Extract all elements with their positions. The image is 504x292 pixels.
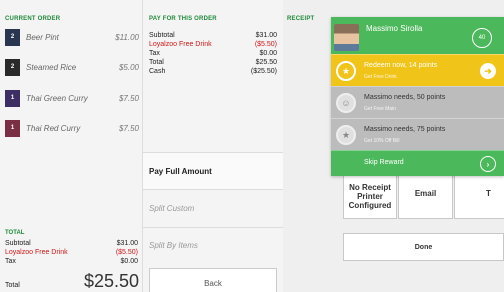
grand-total-value: $25.50	[83, 271, 139, 291]
pay-total-row: Total $25.50	[149, 59, 277, 66]
pay-discount-label: Loyalzoo Free Drink	[149, 41, 212, 48]
split-custom-button[interactable]: Split Custom	[143, 189, 283, 227]
pos-payment-screen: CURRENT ORDER 2 Beer Pint $11.00 2 Steam…	[0, 0, 504, 292]
reward-icon: ★	[336, 61, 356, 81]
pay-total-value: $25.50	[255, 59, 277, 66]
points-badge: 40	[472, 28, 492, 48]
order-item[interactable]: 1 Thai Green Curry $7.50	[5, 87, 139, 109]
item-price: $5.00	[118, 62, 139, 72]
loyalty-rewards-popup: Massimo Sirolla 40 ★ Redeem now, 14 poin…	[331, 17, 504, 176]
pay-cash-label: Cash	[149, 68, 166, 75]
grand-total-label: Total	[5, 282, 20, 289]
reward-title: Massimo needs, 75 points	[364, 126, 446, 133]
item-quantity: 1	[5, 119, 20, 137]
skip-reward-button[interactable]: Skip Reward ›	[331, 150, 504, 176]
item-name: Steamed Rice	[26, 62, 77, 72]
loyalty-customer-header: Massimo Sirolla 40	[331, 17, 504, 54]
subtotal-value: $31.00	[116, 240, 138, 247]
reward-row-locked: ★ Massimo needs, 75 points Get 10% Off B…	[331, 118, 504, 150]
pay-tax-value: $0.00	[259, 50, 277, 57]
pay-panel: PAY FOR THIS ORDER Subtotal $31.00 Loyal…	[143, 0, 283, 292]
pay-full-amount-button[interactable]: Pay Full Amount	[143, 152, 283, 189]
chevron-right-icon: ›	[480, 156, 496, 172]
item-price: $7.50	[118, 93, 139, 103]
current-order-heading: CURRENT ORDER	[5, 16, 61, 22]
reward-subtitle: Get Free Drink	[364, 74, 397, 80]
subtotal-label: Subtotal	[5, 240, 31, 247]
split-by-items-button[interactable]: Split By Items	[143, 227, 283, 263]
item-quantity: 2	[5, 58, 20, 76]
tax-row: Tax $0.00	[5, 258, 138, 265]
subtotal-row: Subtotal $31.00	[5, 240, 138, 247]
pay-tax-label: Tax	[149, 50, 160, 57]
grand-total-row: Total $25.50	[5, 271, 139, 292]
customer-avatar	[334, 24, 359, 51]
pay-total-label: Total	[149, 59, 164, 66]
discount-label: Loyalzoo Free Drink	[5, 249, 68, 256]
reward-subtitle: Get Free Main	[364, 106, 396, 112]
face-icon: ☺	[336, 93, 356, 113]
order-item[interactable]: 2 Beer Pint $11.00	[5, 26, 139, 48]
reward-title: Redeem now, 14 points	[364, 62, 438, 69]
skip-reward-label: Skip Reward	[364, 159, 404, 166]
pay-discount-row: Loyalzoo Free Drink ($5.50)	[149, 41, 277, 48]
order-item[interactable]: 2 Steamed Rice $5.00	[5, 56, 139, 78]
item-quantity: 2	[5, 28, 20, 46]
item-name: Beer Pint	[26, 32, 59, 42]
discount-row: Loyalzoo Free Drink ($5.50)	[5, 249, 138, 256]
discount-value: ($5.50)	[115, 249, 138, 256]
item-name: Thai Green Curry	[26, 93, 88, 103]
receipt-heading: RECEIPT	[287, 16, 315, 22]
star-icon: ★	[336, 125, 356, 145]
redeem-arrow-icon[interactable]: ➜	[480, 63, 496, 79]
customer-name: Massimo Sirolla	[366, 24, 423, 33]
reward-title: Massimo needs, 50 points	[364, 94, 446, 101]
pay-heading: PAY FOR THIS ORDER	[149, 16, 217, 22]
reward-subtitle: Get 10% Off Bill	[364, 138, 400, 144]
pay-tax-row: Tax $0.00	[149, 50, 277, 57]
done-button[interactable]: Done	[343, 233, 504, 261]
reward-row-available[interactable]: ★ Redeem now, 14 points Get Free Drink ➜	[331, 54, 504, 86]
pay-cash-value: ($25.50)	[250, 68, 277, 75]
item-price: $11.00	[115, 32, 139, 42]
total-heading: TOTAL	[5, 230, 25, 236]
pay-cash-row: Cash ($25.50)	[149, 68, 277, 75]
pay-subtotal-value: $31.00	[255, 32, 277, 39]
item-name: Thai Red Curry	[26, 123, 81, 133]
current-order-panel: CURRENT ORDER 2 Beer Pint $11.00 2 Steam…	[0, 0, 143, 292]
item-quantity: 1	[5, 89, 20, 107]
pay-subtotal-row: Subtotal $31.00	[149, 32, 277, 39]
item-price: $7.50	[118, 123, 139, 133]
tax-label: Tax	[5, 258, 16, 265]
reward-row-locked: ☺ Massimo needs, 50 points Get Free Main	[331, 86, 504, 118]
order-item[interactable]: 1 Thai Red Curry $7.50	[5, 117, 139, 139]
back-button[interactable]: Back	[149, 268, 277, 292]
pay-discount-value: ($5.50)	[254, 41, 277, 48]
pay-subtotal-label: Subtotal	[149, 32, 175, 39]
tax-value: $0.00	[120, 258, 138, 265]
